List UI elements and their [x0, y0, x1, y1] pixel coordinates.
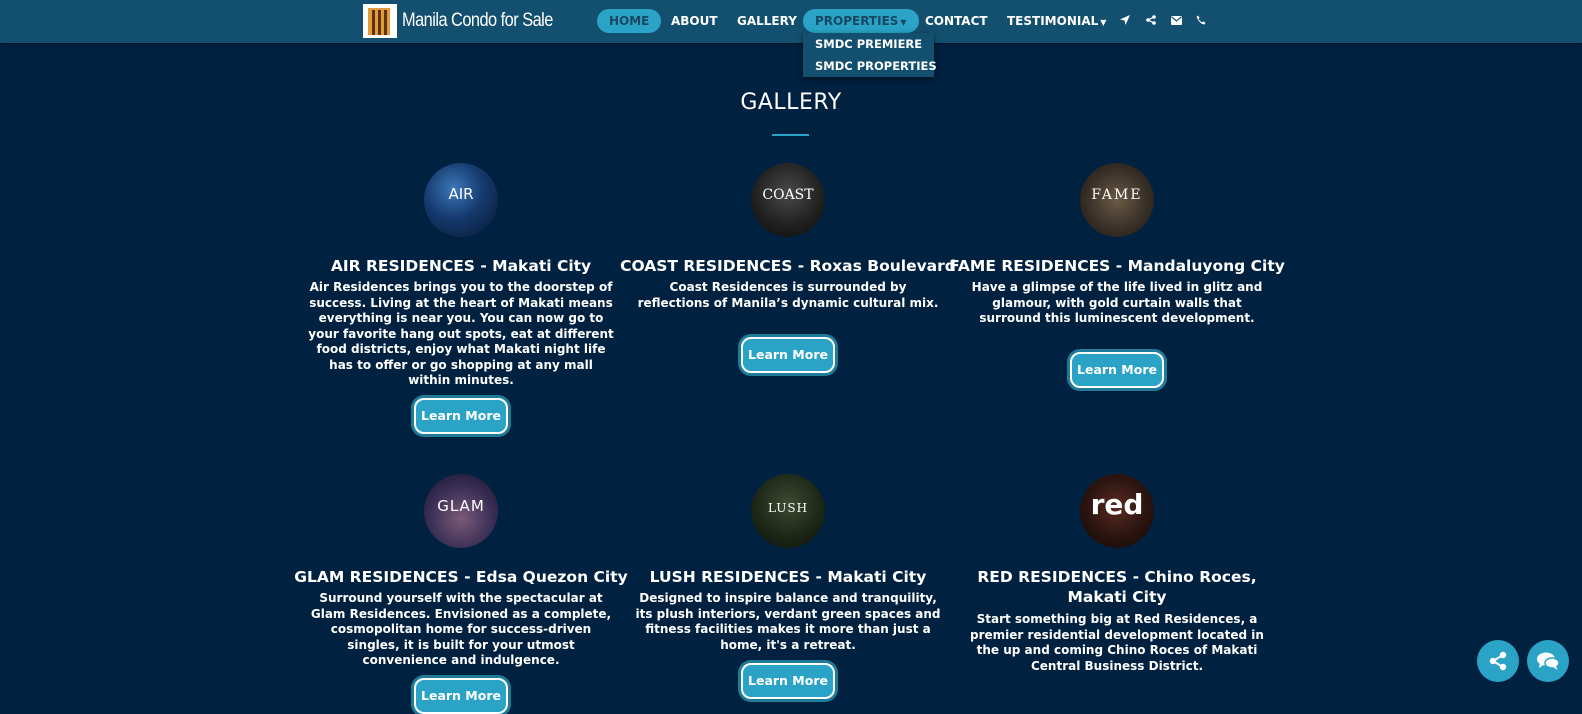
lush-residences-logo[interactable]: LUSH	[751, 474, 825, 548]
card-description: Surround yourself with the spectacular a…	[310, 591, 612, 667]
card-title: FAME RESIDENCES - Mandaluyong City	[949, 257, 1285, 275]
air-residences-logo[interactable]: AIR	[424, 163, 498, 237]
nav-contact[interactable]: CONTACT	[913, 9, 1000, 33]
chevron-down-icon: ▼	[900, 18, 907, 27]
nav-testimonial-label: TESTIMONIAL	[1007, 14, 1099, 28]
learn-more-button[interactable]: Learn More	[741, 663, 835, 699]
nav-contact-label: CONTACT	[925, 14, 988, 28]
envelope-icon[interactable]	[1170, 14, 1182, 26]
glam-residences-logo[interactable]: GLAM	[424, 474, 498, 548]
nav-testimonial[interactable]: TESTIMONIAL ▼	[995, 9, 1118, 33]
dropdown-item-smdc-premiere[interactable]: SMDC PREMIERE	[815, 37, 922, 51]
nav-properties[interactable]: PROPERTIES ▼	[803, 9, 919, 33]
nav-gallery-label: GALLERY	[737, 14, 797, 28]
card-description: Start something big at Red Residences, a…	[970, 612, 1264, 673]
chat-icon[interactable]	[1527, 640, 1569, 682]
coast-residences-logo[interactable]: COAST	[751, 163, 825, 237]
glam-logo-text: GLAM	[437, 497, 485, 515]
card-description: Air Residences brings you to the doorste…	[308, 280, 614, 387]
card-title: RED RESIDENCES - Chino Roces, Makati Cit…	[977, 568, 1257, 606]
nav-about[interactable]: ABOUT	[659, 9, 730, 33]
card-description: Coast Residences is surrounded by reflec…	[637, 280, 939, 310]
card-description: Designed to inspire balance and tranquil…	[635, 591, 941, 652]
fame-logo-text: FAME	[1091, 187, 1143, 203]
learn-more-button[interactable]: Learn More	[741, 337, 835, 373]
learn-more-button[interactable]: Learn More	[414, 398, 508, 434]
lush-logo-text: LUSH	[767, 501, 809, 515]
learn-more-button[interactable]: Learn More	[1070, 352, 1164, 388]
nav-gallery[interactable]: GALLERY	[725, 9, 809, 33]
card-title: AIR RESIDENCES - Makati City	[330, 257, 592, 275]
brand[interactable]: Manila Condo for Sale	[363, 3, 577, 39]
title-divider	[772, 134, 809, 136]
nav-about-label: ABOUT	[671, 14, 718, 28]
card-title: GLAM RESIDENCES - Edsa Quezon City	[294, 568, 628, 586]
card-title: LUSH RESIDENCES - Makati City	[649, 568, 927, 586]
brand-name: Manila Condo for Sale	[402, 10, 553, 31]
phone-icon[interactable]	[1195, 14, 1207, 26]
card-description: Have a glimpse of the life lived in glit…	[971, 280, 1263, 325]
fame-residences-logo[interactable]: FAME	[1080, 163, 1154, 237]
dropdown-item-smdc-properties[interactable]: SMDC PROPERTIES	[815, 59, 937, 73]
properties-dropdown: SMDC PREMIERE SMDC PROPERTIES	[803, 33, 937, 77]
share-icon[interactable]	[1145, 14, 1157, 26]
chevron-down-icon: ▼	[1100, 18, 1107, 27]
air-logo-text: AIR	[448, 185, 474, 203]
red-logo-text: red	[1090, 488, 1144, 521]
section-title: GALLERY	[740, 90, 842, 115]
learn-more-button[interactable]: Learn More	[414, 678, 508, 714]
nav-home[interactable]: HOME	[597, 9, 662, 33]
red-residences-logo[interactable]: red	[1080, 474, 1154, 548]
nav-properties-label: PROPERTIES	[815, 14, 899, 28]
card-title: COAST RESIDENCES - Roxas Boulevard	[620, 257, 956, 275]
share-icon[interactable]	[1477, 640, 1519, 682]
coast-logo-text: COAST	[762, 187, 814, 203]
location-arrow-icon[interactable]	[1119, 14, 1131, 26]
nav-home-label: HOME	[609, 14, 650, 28]
brand-logo	[363, 4, 397, 38]
navbar: Manila Condo for Sale HOME ABOUT GALLERY…	[0, 0, 1582, 43]
